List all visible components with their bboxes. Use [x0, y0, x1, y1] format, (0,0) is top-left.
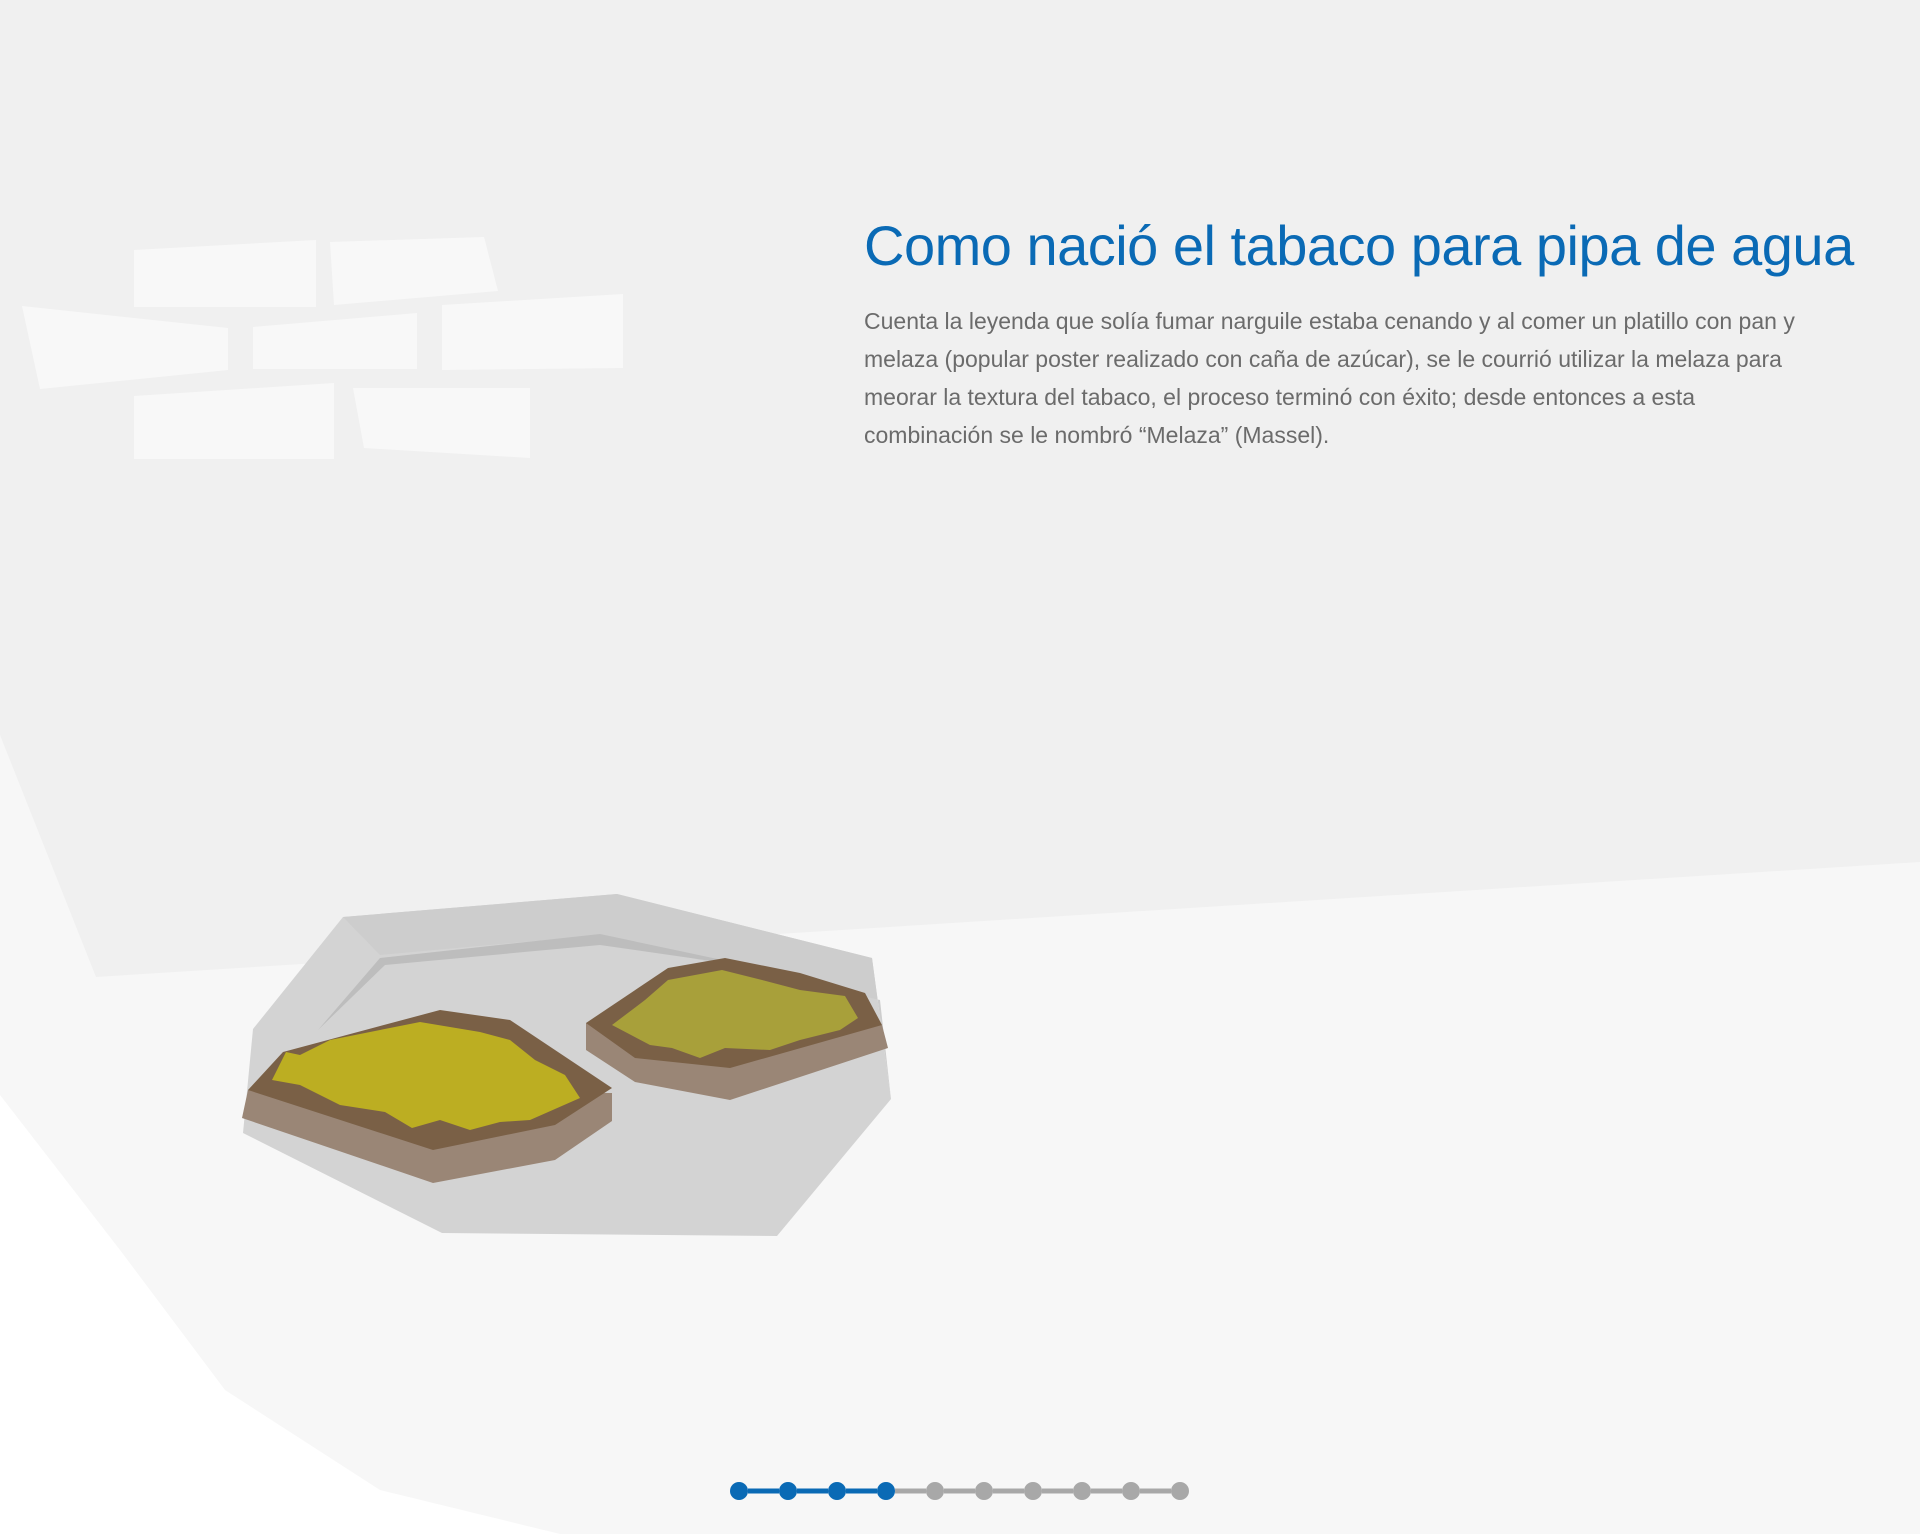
wall-bricks [22, 237, 623, 459]
slide-page: Como nació el tabaco para pipa de agua C… [0, 0, 1920, 1534]
progress-step-dot-1[interactable] [730, 1482, 748, 1500]
slide-title: Como nació el tabaco para pipa de agua [864, 214, 1854, 277]
progress-step-dot-8[interactable] [1073, 1482, 1091, 1500]
progress-step-dot-5[interactable] [926, 1482, 944, 1500]
progress-step-dot-10[interactable] [1171, 1482, 1189, 1500]
progress-step-dot-4[interactable] [877, 1482, 895, 1500]
progress-step-dot-6[interactable] [975, 1482, 993, 1500]
brick [353, 388, 530, 458]
brick [134, 240, 316, 307]
brick [330, 237, 498, 305]
brick [442, 294, 623, 370]
progress-step-dot-3[interactable] [828, 1482, 846, 1500]
progress-step-dot-7[interactable] [1024, 1482, 1042, 1500]
brick [22, 306, 228, 389]
slide-body-text: Cuenta la leyenda que solía fumar nargui… [864, 308, 1795, 448]
brick [134, 383, 334, 459]
content-panel: Como nació el tabaco para pipa de agua C… [864, 210, 1854, 454]
brick [253, 313, 417, 369]
progress-step-dot-2[interactable] [779, 1482, 797, 1500]
progress-step-dot-9[interactable] [1122, 1482, 1140, 1500]
